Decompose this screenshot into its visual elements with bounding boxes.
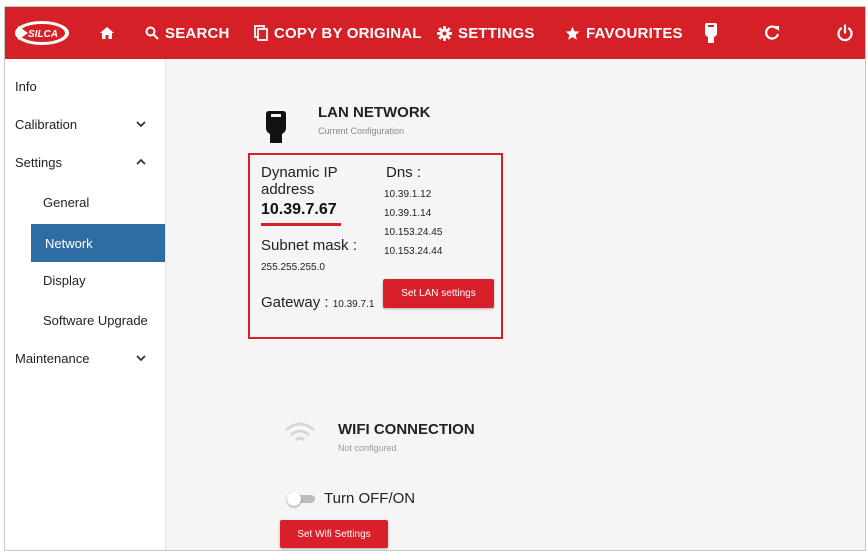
ip-highlight-underline — [261, 223, 341, 226]
dns-entry: 10.153.24.44 — [384, 246, 443, 257]
settings-button[interactable]: SETTINGS — [437, 7, 535, 59]
set-wifi-settings-button[interactable]: Set Wifi Settings — [280, 520, 388, 548]
network-settings-panel: LAN NETWORK Current Configuration Dynami… — [166, 59, 865, 550]
set-lan-settings-button[interactable]: Set LAN settings — [383, 279, 494, 308]
wifi-connection-title: WIFI CONNECTION — [338, 421, 475, 438]
refresh-icon[interactable] — [760, 7, 784, 59]
wifi-toggle-label: Turn OFF/ON — [324, 490, 416, 507]
wifi-toggle[interactable] — [287, 492, 315, 506]
sidebar-item-label: General — [43, 194, 90, 210]
sidebar-item-settings[interactable]: Settings — [5, 146, 165, 178]
svg-text:SILCA: SILCA — [28, 29, 58, 40]
top-toolbar: SILCA SEARCH COPY BY ORIGINAL SETTINGS F… — [5, 7, 865, 59]
silca-logo[interactable]: SILCA — [14, 20, 70, 46]
gear-icon — [437, 25, 452, 41]
sidebar-item-label: Settings — [15, 154, 62, 170]
sidebar-item-calibration[interactable]: Calibration — [5, 108, 165, 140]
lan-config-box: Dynamic IP address 10.39.7.67 Subnet mas… — [248, 153, 503, 339]
search-icon — [145, 26, 159, 40]
chevron-up-icon — [136, 158, 146, 165]
sidebar: Info Calibration Settings General Networ… — [5, 59, 166, 550]
app-window: SILCA SEARCH COPY BY ORIGINAL SETTINGS F… — [4, 6, 866, 551]
ip-address-value: 10.39.7.67 — [261, 201, 337, 218]
sidebar-item-info[interactable]: Info — [5, 70, 165, 102]
sidebar-item-label: Display — [43, 272, 86, 288]
wifi-icon — [285, 422, 315, 442]
settings-label: SETTINGS — [458, 24, 535, 42]
lan-network-title: LAN NETWORK — [318, 104, 431, 121]
search-label: SEARCH — [165, 24, 230, 42]
copy-by-original-label: COPY BY ORIGINAL — [274, 24, 422, 42]
subnet-mask-label: Subnet mask : — [261, 237, 357, 254]
toggle-knob — [287, 492, 301, 506]
favourites-label: FAVOURITES — [586, 24, 683, 42]
sidebar-item-display[interactable]: Display — [5, 264, 165, 296]
dns-entry: 10.39.1.14 — [384, 208, 432, 219]
favourites-button[interactable]: FAVOURITES — [565, 7, 683, 59]
ethernet-icon[interactable] — [699, 7, 723, 59]
chevron-down-icon — [136, 355, 146, 362]
copy-by-original-button[interactable]: COPY BY ORIGINAL — [254, 7, 422, 59]
sidebar-item-general[interactable]: General — [5, 186, 165, 218]
sidebar-item-maintenance[interactable]: Maintenance — [5, 342, 165, 374]
dynamic-ip-label: Dynamic IP address — [261, 164, 338, 198]
subnet-mask-value: 255.255.255.0 — [261, 262, 325, 273]
sidebar-item-label: Maintenance — [15, 350, 90, 366]
gateway-value: 10.39.7.1 — [332, 299, 375, 310]
wifi-connection-status: Not configured — [338, 443, 397, 453]
sidebar-item-label: Network — [45, 235, 93, 251]
home-icon[interactable] — [95, 7, 119, 59]
dns-list: 10.39.1.12 10.39.1.14 10.153.24.45 10.15… — [384, 185, 442, 261]
power-icon[interactable] — [833, 7, 857, 59]
gateway-row: Gateway : 10.39.7.1 — [261, 294, 374, 311]
star-icon — [565, 26, 580, 40]
ethernet-icon — [266, 111, 286, 143]
search-button[interactable]: SEARCH — [145, 7, 230, 59]
gateway-label: Gateway : — [261, 294, 329, 311]
copy-icon — [254, 25, 268, 41]
chevron-down-icon — [136, 121, 146, 128]
sidebar-item-label: Calibration — [15, 116, 78, 132]
dns-entry: 10.153.24.45 — [384, 227, 443, 238]
sidebar-item-software-upgrade[interactable]: Software Upgrade — [5, 304, 165, 336]
sidebar-item-label: Software Upgrade — [43, 312, 148, 328]
sidebar-item-network[interactable]: Network — [31, 224, 165, 262]
dns-label: Dns : — [386, 164, 422, 181]
lan-network-subtitle: Current Configuration — [318, 126, 405, 136]
dns-entry: 10.39.1.12 — [384, 189, 432, 200]
sidebar-item-label: Info — [15, 78, 37, 94]
